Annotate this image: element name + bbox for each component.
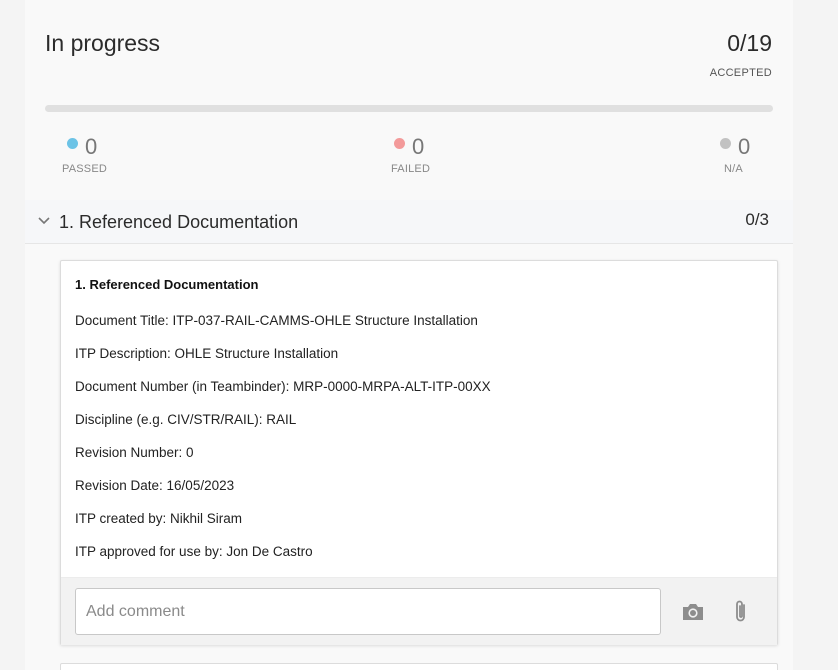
progress-bar (45, 105, 773, 112)
section-header-referenced-documentation[interactable]: 1. Referenced Documentation 0/3 (25, 200, 793, 244)
document-number: Document Number (in Teambinder): MRP-000… (75, 379, 491, 394)
chevron-down-icon[interactable] (37, 214, 51, 228)
revision-date: Revision Date: 16/05/2023 (75, 478, 235, 493)
passed-count: 0 (85, 134, 98, 159)
camera-icon[interactable] (679, 598, 707, 626)
status-title: In progress (45, 30, 161, 56)
section-count: 0/3 (745, 210, 769, 229)
na-label: N/A (724, 163, 743, 175)
na-count: 0 (738, 134, 751, 159)
revision-number: Revision Number: 0 (75, 445, 194, 460)
failed-label: FAILED (391, 163, 431, 175)
accepted-count: 0/19 (727, 30, 772, 56)
accepted-label: ACCEPTED (709, 67, 772, 79)
itp-approved-by: ITP approved for use by: Jon De Castro (75, 544, 313, 559)
paperclip-icon[interactable] (727, 598, 755, 626)
itp-description: ITP Description: OHLE Structure Installa… (75, 346, 339, 361)
passed-label: PASSED (62, 163, 108, 175)
failed-dot-icon (394, 138, 405, 149)
passed-dot-icon (67, 138, 78, 149)
section-title: 1. Referenced Documentation (59, 212, 299, 232)
na-dot-icon (720, 138, 731, 149)
comment-input[interactable] (75, 588, 661, 635)
comment-bar (61, 577, 777, 645)
document-title: Document Title: ITP-037-RAIL-CAMMS-OHLE … (75, 313, 478, 328)
discipline: Discipline (e.g. CIV/STR/RAIL): RAIL (75, 412, 297, 427)
itp-created-by: ITP created by: Nikhil Siram (75, 511, 243, 526)
next-item-card (60, 663, 778, 670)
card-heading: 1. Referenced Documentation (75, 277, 259, 292)
failed-count: 0 (412, 134, 425, 159)
checklist-item-card: 1. Referenced Documentation Document Tit… (60, 260, 778, 645)
